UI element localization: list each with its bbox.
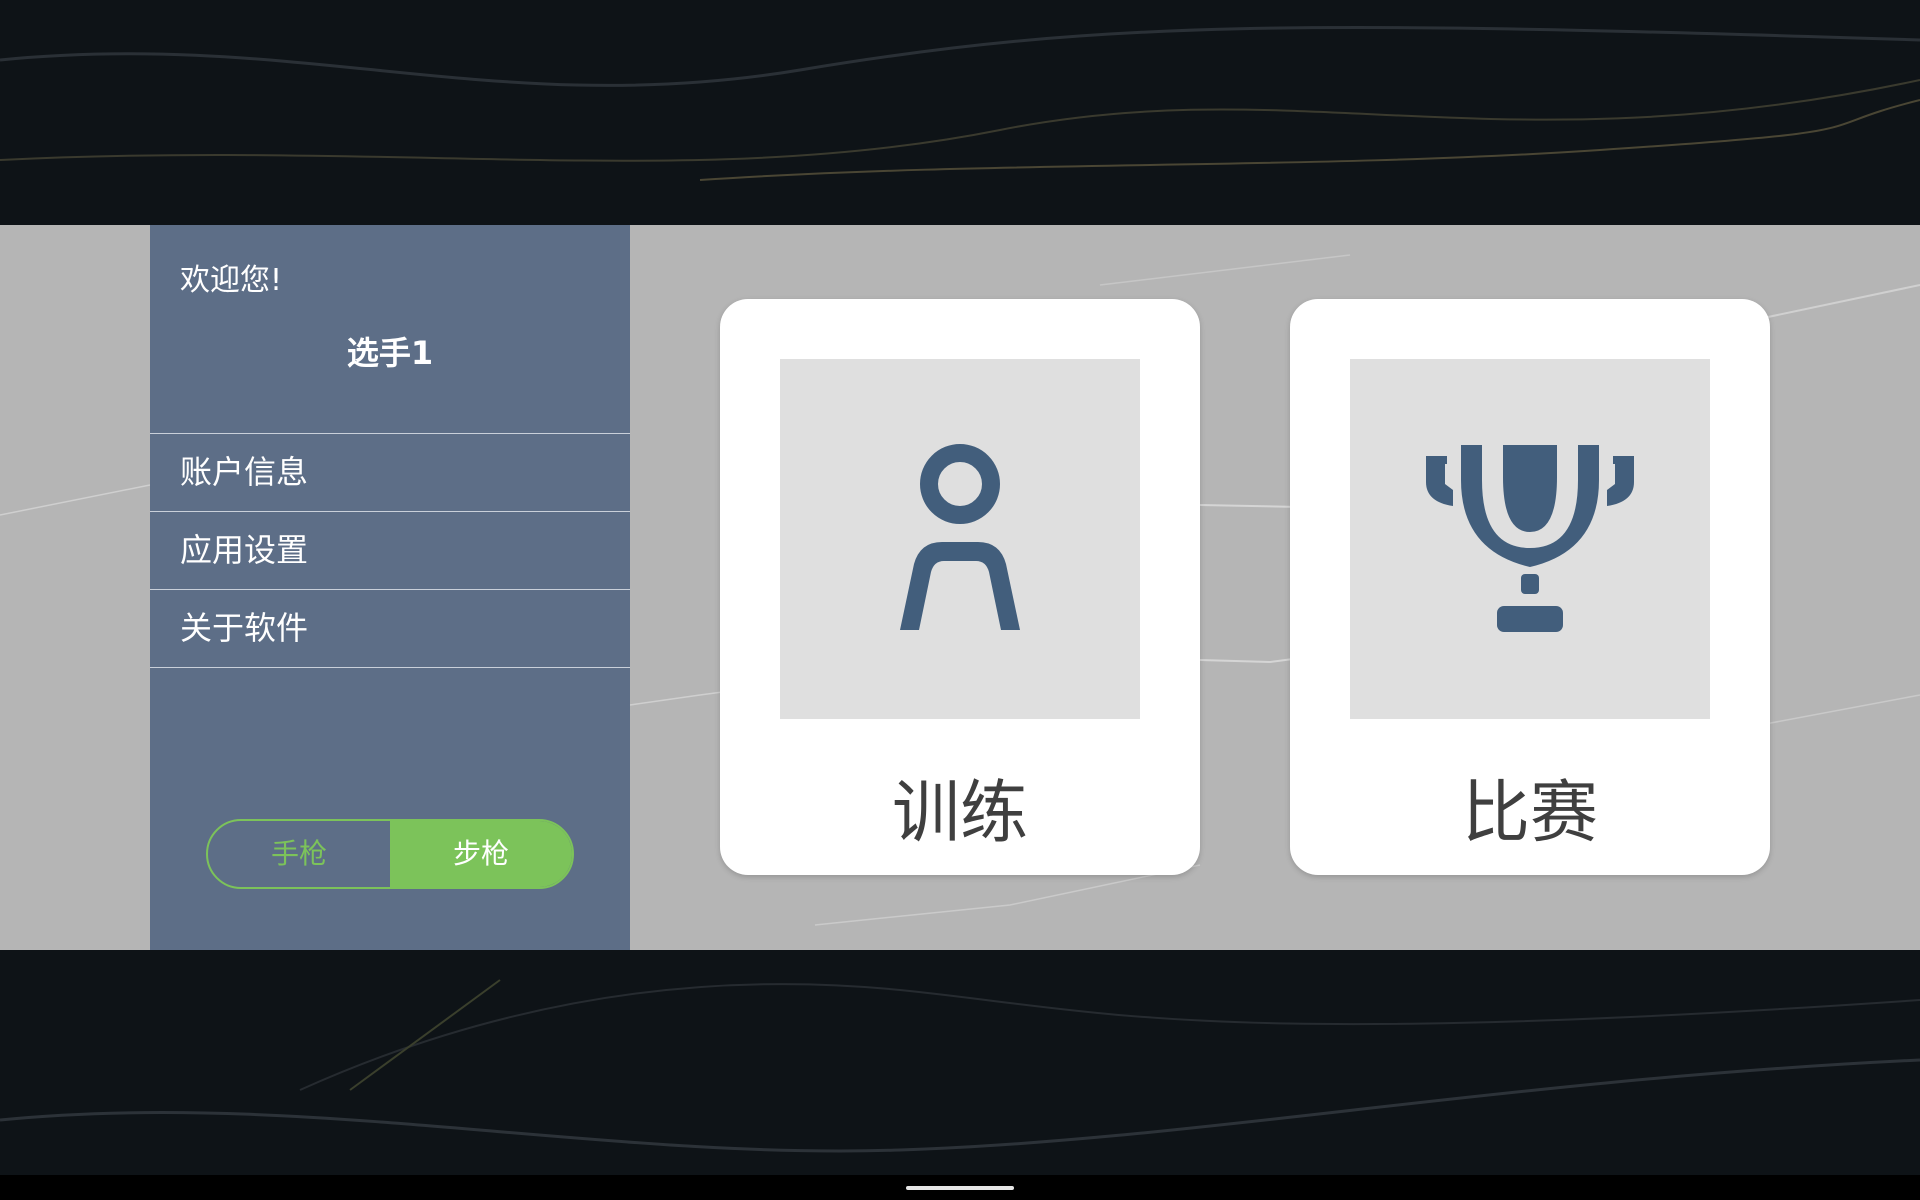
welcome-text: 欢迎您! — [180, 263, 283, 298]
home-indicator[interactable] — [906, 1186, 1014, 1190]
menu-item-account-info[interactable]: 账户信息 — [150, 433, 630, 511]
player-name: 选手1 — [346, 334, 434, 372]
competition-image — [1350, 359, 1710, 719]
person-icon — [900, 444, 1020, 630]
weapon-toggle: 手枪 步枪 — [206, 819, 574, 889]
menu-item-app-settings[interactable]: 应用设置 — [150, 511, 630, 589]
training-image — [780, 359, 1140, 719]
competition-card[interactable]: 比赛 — [1290, 299, 1770, 875]
menu-item-about-software[interactable]: 关于软件 — [150, 589, 630, 668]
sidebar-menu: 账户信息 应用设置 关于软件 — [150, 433, 630, 668]
app-screen: 欢迎您! 选手1 账户信息 应用设置 关于软件 手枪 步枪 训练 比赛 — [0, 0, 1920, 1200]
toggle-option-pistol[interactable]: 手枪 — [208, 821, 390, 887]
training-card[interactable]: 训练 — [720, 299, 1200, 875]
sidebar: 欢迎您! 选手1 账户信息 应用设置 关于软件 手枪 步枪 — [150, 225, 630, 950]
main-panel: 欢迎您! 选手1 账户信息 应用设置 关于软件 手枪 步枪 训练 比赛 — [0, 225, 1920, 950]
training-label: 训练 — [891, 774, 1028, 853]
trophy-icon — [1426, 445, 1634, 632]
competition-label: 比赛 — [1461, 774, 1598, 853]
toggle-option-rifle[interactable]: 步枪 — [390, 821, 572, 887]
